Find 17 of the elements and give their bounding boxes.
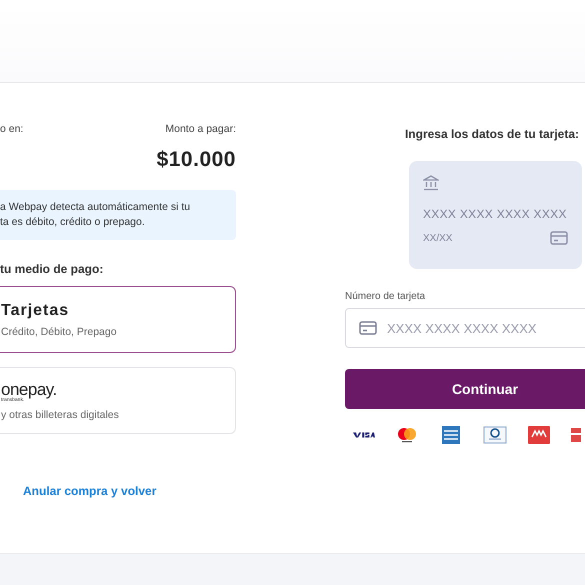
cancel-link[interactable]: Anular compra y volver	[23, 484, 156, 498]
option-subtitle: Crédito, Débito, Prepago	[1, 326, 118, 338]
card-number-field[interactable]: XXXX XXXX XXXX XXXX	[345, 308, 585, 348]
section-title: tu medio de pago:	[0, 262, 104, 276]
continue-button[interactable]: Continuar	[345, 369, 585, 409]
card-digits-label: XXXX XXXX XXXX XXXX	[423, 207, 568, 221]
form-title: Ingresa los datos de tu tarjeta:	[404, 127, 579, 141]
field-label: Número de tarjeta	[345, 291, 426, 302]
payment-option[interactable]: Tarjetas Crédito, Débito, Prepago	[0, 286, 236, 353]
info-notice: a Webpay detecta automáticamente si tu ta es débito, crédito o prepago.	[0, 190, 236, 240]
amount-value: $10.000	[156, 148, 236, 172]
option-subtitle: y otras billeteras digitales	[1, 408, 120, 420]
option-title: Tarjetas	[1, 302, 70, 320]
card-date-label: XX/XX	[423, 232, 452, 244]
amount-label: Monto a pagar:	[165, 123, 236, 135]
wallet-logo: onepay.	[1, 380, 58, 398]
merchant-label: o en:	[0, 123, 24, 135]
